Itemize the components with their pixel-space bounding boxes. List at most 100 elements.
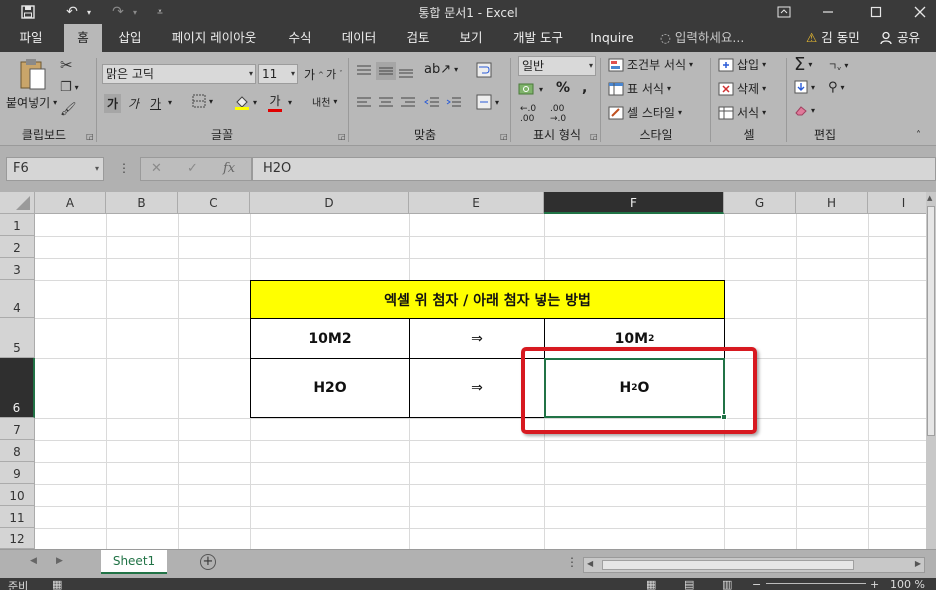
- phonetic-button[interactable]: 내천 ▾: [312, 94, 337, 109]
- format-cells-button[interactable]: 서식 ▾: [718, 104, 766, 121]
- decrease-decimal-icon[interactable]: .00 →.0: [550, 104, 566, 124]
- tab-view[interactable]: 보기: [450, 24, 492, 52]
- horizontal-scroll-thumb[interactable]: [602, 560, 854, 570]
- tab-split-handle-icon[interactable]: ⋮: [566, 555, 578, 569]
- row-header[interactable]: 10: [0, 484, 35, 506]
- font-color-button[interactable]: 가: [268, 92, 282, 112]
- collapse-ribbon-icon[interactable]: ˄: [916, 130, 921, 141]
- align-right-icon[interactable]: [400, 96, 416, 110]
- clear-icon[interactable]: ▾: [794, 104, 815, 116]
- align-center-icon[interactable]: [378, 96, 394, 110]
- add-sheet-icon[interactable]: +: [200, 554, 216, 570]
- table-title-cell[interactable]: 엑셀 위 첨자 / 아래 첨자 넣는 방법: [250, 280, 725, 319]
- tab-formulas[interactable]: 수식: [280, 24, 320, 52]
- copy-icon[interactable]: ❐ ▾: [60, 80, 79, 95]
- delete-cells-button[interactable]: 삭제 ▾: [718, 80, 766, 97]
- column-header[interactable]: H: [796, 192, 868, 214]
- prev-sheet-icon[interactable]: ◀: [30, 556, 37, 566]
- next-sheet-icon[interactable]: ▶: [56, 556, 63, 566]
- fill-color-icon[interactable]: ▾: [234, 94, 257, 110]
- row-header[interactable]: 11: [0, 506, 35, 528]
- table-format-button[interactable]: 표 서식 ▾: [608, 80, 671, 97]
- tab-inquire[interactable]: Inquire: [586, 24, 638, 52]
- share-button[interactable]: 공유: [880, 24, 920, 52]
- scroll-right-icon[interactable]: ▶: [915, 559, 921, 568]
- cancel-icon[interactable]: ✕: [151, 161, 162, 176]
- merge-center-icon[interactable]: ▾: [476, 94, 499, 110]
- column-header[interactable]: I: [868, 192, 926, 214]
- tab-file[interactable]: 파일: [10, 24, 52, 52]
- autosum-icon[interactable]: Σ ▾: [794, 54, 812, 75]
- user-account[interactable]: ⚠ 김 동민: [806, 24, 860, 52]
- tab-data[interactable]: 데이터: [332, 24, 386, 52]
- row-header[interactable]: 1: [0, 214, 35, 236]
- wrap-text-icon[interactable]: [476, 62, 492, 78]
- paste-button[interactable]: 붙여넣기 ▾: [6, 94, 57, 111]
- find-select-icon[interactable]: ⚲ ▾: [828, 80, 845, 95]
- formula-bar-options-icon[interactable]: ⋮: [118, 161, 130, 175]
- alignment-launcher-icon[interactable]: ◲: [500, 132, 508, 141]
- underline-button[interactable]: 가: [150, 95, 161, 112]
- row-header[interactable]: 9: [0, 462, 35, 484]
- format-painter-icon[interactable]: 🖌: [60, 102, 77, 117]
- formula-input[interactable]: H2O: [252, 157, 936, 181]
- zoom-in-icon[interactable]: +: [870, 578, 879, 590]
- enter-icon[interactable]: ✓: [187, 161, 198, 176]
- close-icon[interactable]: [908, 0, 932, 24]
- number-format-select[interactable]: 일반 ▾: [518, 56, 596, 76]
- increase-decimal-icon[interactable]: ←.0.00: [520, 104, 536, 124]
- column-header[interactable]: E: [409, 192, 544, 214]
- vertical-scrollbar[interactable]: ▲: [926, 192, 936, 549]
- normal-view-icon[interactable]: ▦: [646, 578, 656, 590]
- comma-button[interactable]: ,: [582, 80, 587, 96]
- tell-me-box[interactable]: ◌ 입력하세요...: [660, 24, 744, 52]
- column-header-selected[interactable]: F: [544, 192, 724, 214]
- font-size-select[interactable]: 11 ▾: [258, 64, 298, 84]
- insert-function-icon[interactable]: fx: [223, 161, 235, 176]
- orientation-icon[interactable]: ab↗ ▾: [424, 62, 458, 77]
- italic-button[interactable]: 가: [128, 95, 139, 112]
- align-bottom-icon[interactable]: [398, 64, 414, 78]
- row-header[interactable]: 7: [0, 418, 35, 440]
- scroll-left-icon[interactable]: ◀: [587, 559, 593, 568]
- font-color-dropdown-icon[interactable]: ▾: [288, 98, 292, 107]
- sort-filter-icon[interactable]: ㄱᵥ ▾: [828, 58, 848, 73]
- vertical-scroll-thumb[interactable]: [927, 206, 935, 436]
- source-cell-10m2[interactable]: 10M2: [250, 318, 410, 359]
- row-header[interactable]: 8: [0, 440, 35, 462]
- tab-insert[interactable]: 삽입: [108, 24, 152, 52]
- accounting-format-icon[interactable]: ▾: [518, 82, 543, 96]
- underline-dropdown-icon[interactable]: ▾: [168, 98, 172, 107]
- font-name-select[interactable]: 맑은 고딕 ▾: [102, 64, 256, 84]
- column-header[interactable]: B: [106, 192, 178, 214]
- source-cell-h2o[interactable]: H2O: [250, 358, 410, 418]
- zoom-out-icon[interactable]: −: [752, 578, 761, 590]
- column-header[interactable]: G: [724, 192, 796, 214]
- name-box-dropdown-icon[interactable]: ▾: [95, 158, 99, 180]
- select-all-corner[interactable]: [0, 192, 35, 214]
- decrease-indent-icon[interactable]: [424, 96, 440, 110]
- fill-icon[interactable]: ▾: [794, 80, 815, 94]
- scroll-up-icon[interactable]: ▲: [927, 194, 932, 202]
- name-box[interactable]: F6 ▾: [6, 157, 104, 181]
- row-header[interactable]: 4: [0, 280, 35, 318]
- cell-style-button[interactable]: 셀 스타일 ▾: [608, 104, 682, 121]
- bold-button[interactable]: 가: [104, 94, 122, 113]
- tab-developer[interactable]: 개발 도구: [504, 24, 572, 52]
- row-header[interactable]: 5: [0, 318, 35, 358]
- cut-icon[interactable]: ✂: [60, 56, 73, 74]
- maximize-icon[interactable]: [864, 0, 888, 24]
- align-top-icon[interactable]: [356, 64, 372, 78]
- zoom-level[interactable]: 100 %: [890, 578, 925, 590]
- column-header[interactable]: C: [178, 192, 250, 214]
- conditional-format-button[interactable]: 조건부 서식 ▾: [608, 56, 693, 73]
- tab-review[interactable]: 검토: [396, 24, 440, 52]
- tab-home[interactable]: 홈: [64, 24, 102, 52]
- clipboard-launcher-icon[interactable]: ◲: [86, 132, 94, 141]
- ribbon-display-icon[interactable]: [772, 0, 796, 24]
- sheet-tab-sheet1[interactable]: Sheet1: [101, 550, 167, 574]
- row-header[interactable]: 3: [0, 258, 35, 280]
- align-middle-icon[interactable]: [376, 62, 396, 80]
- row-header-selected[interactable]: 6: [0, 358, 35, 418]
- column-header[interactable]: D: [250, 192, 409, 214]
